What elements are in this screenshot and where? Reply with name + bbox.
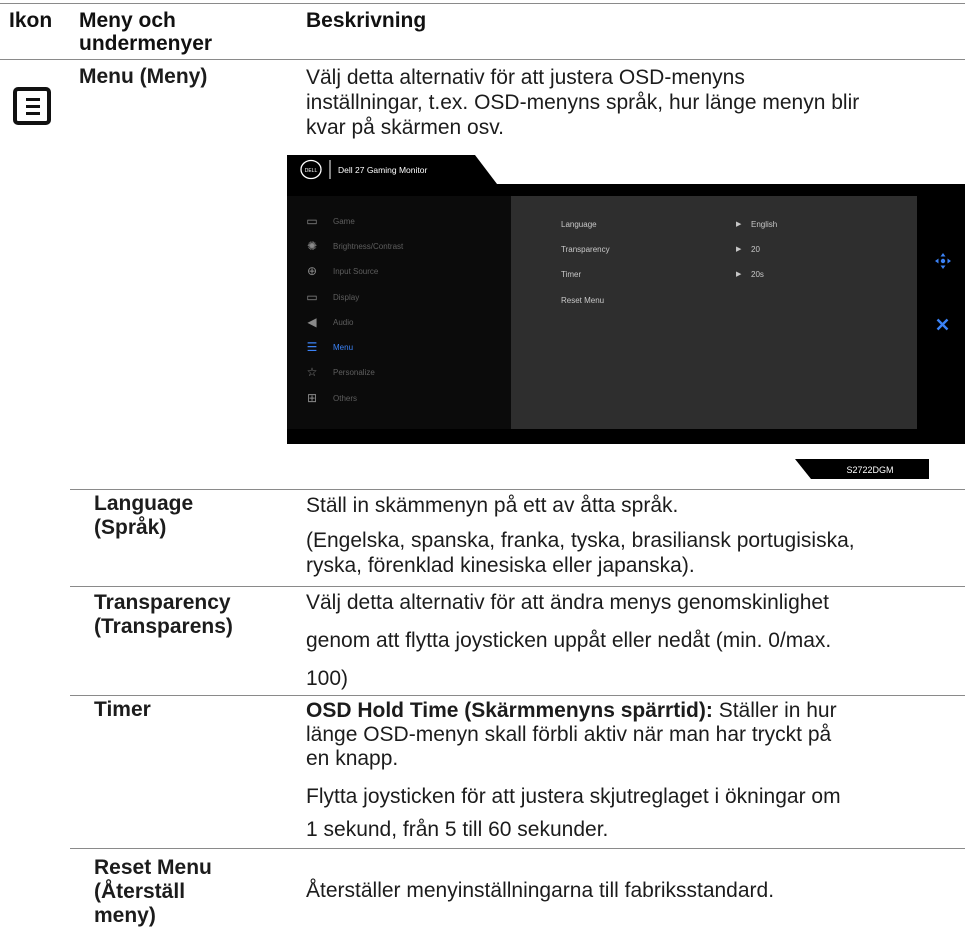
timer-desc-5: 1 sekund, från 5 till 60 sekunder. (306, 818, 609, 841)
rule-transparency (70, 586, 965, 587)
game-icon: ▭ (306, 214, 318, 228)
osd-row-reset[interactable]: Reset Menu (511, 290, 917, 310)
header-description: Beskrivning (306, 9, 427, 32)
menu-desc-line1: Välj detta alternativ för att justera OS… (306, 66, 745, 89)
header-icon: Ikon (9, 9, 53, 32)
osd-main-menu: ▭ Game ✺ Brightness/Contrast ⊕ Input Sou… (287, 196, 511, 429)
reset-name-1: Reset Menu (94, 856, 212, 879)
rule-language (70, 489, 965, 490)
osd-item-input[interactable]: ⊕ Input Source (287, 261, 511, 283)
transparency-name-1: Transparency (94, 591, 231, 614)
osd-item-menu[interactable]: ☰ Menu (287, 337, 511, 359)
osd-item-game[interactable]: ▭ Game (287, 211, 511, 233)
osd-screenshot: ▭ Game ✺ Brightness/Contrast ⊕ Input Sou… (287, 184, 965, 444)
input-icon: ⊕ (306, 264, 318, 278)
reset-name-3: meny) (94, 904, 156, 927)
timer-name: Timer (94, 698, 151, 721)
language-name-2: (Språk) (94, 516, 167, 539)
header-menu-line2: undermenyer (79, 32, 213, 55)
sun-icon: ✺ (306, 239, 318, 253)
top-rule (0, 3, 965, 4)
model-name: S2722DGM (846, 465, 893, 475)
timer-desc-4: Flytta joysticken för att justera skjutr… (306, 785, 841, 808)
joystick-icon[interactable] (935, 253, 951, 269)
language-desc-1: Ställ in skämmenyn på ett av åtta språk. (306, 494, 679, 517)
menu-title: Menu (Meny) (79, 65, 208, 88)
others-icon: ⊞ (306, 391, 318, 405)
osd-submenu: Language ▶ English Transparency ▶ 20 Timer ▶ 2… (511, 196, 917, 429)
osd-row-timer[interactable]: Timer ▶ 20s (511, 264, 917, 284)
osd-title-tab: DELL Dell 27 Gaming Monitor (287, 155, 497, 184)
menu-list-icon (13, 87, 51, 125)
star-icon: ☆ (306, 365, 318, 379)
timer-desc-rest: Ställer in hur (712, 699, 837, 722)
transparency-desc-2: genom att flytta joysticken uppåt eller … (306, 629, 832, 652)
rule-timer (70, 695, 965, 696)
language-desc-2: (Engelska, spanska, franka, tyska, brasi… (306, 529, 855, 552)
osd-item-others[interactable]: ⊞ Others (287, 388, 511, 410)
osd-product-name: Dell 27 Gaming Monitor (338, 165, 427, 175)
menu-icon: ☰ (306, 340, 318, 354)
timer-desc-bold: OSD Hold Time (Skärmmenyns spärrtid): (306, 699, 713, 722)
menu-desc-line2: inställningar, t.ex. OSD-menyns språk, h… (306, 91, 860, 114)
close-icon[interactable] (936, 318, 949, 331)
transparency-desc-3: 100) (306, 667, 349, 690)
timer-desc-1: OSD Hold Time (Skärmmenyns spärrtid): St… (306, 699, 837, 723)
osd-item-brightness[interactable]: ✺ Brightness/Contrast (287, 236, 511, 258)
osd-item-audio[interactable]: ◀ Audio (287, 312, 511, 334)
timer-desc-2: länge OSD-menyn skall förbli aktiv när m… (306, 723, 832, 746)
osd-item-display[interactable]: ▭ Display (287, 287, 511, 309)
reset-name-2: (Återställ (94, 880, 186, 903)
speaker-icon: ◀ (307, 315, 317, 329)
header-rule (0, 59, 965, 60)
language-desc-3: ryska, förenklad kinesiska eller japansk… (306, 554, 695, 577)
header-menu-line1: Meny och (79, 9, 176, 32)
monitor-icon: ▭ (306, 290, 318, 304)
dell-logo: DELL (305, 168, 318, 174)
osd-item-personalize[interactable]: ☆ Personalize (287, 362, 511, 384)
osd-row-language[interactable]: Language ▶ English (511, 214, 917, 234)
transparency-desc-1: Välj detta alternativ för att ändra meny… (306, 591, 829, 614)
transparency-name-2: (Transparens) (94, 615, 233, 638)
timer-desc-3: en knapp. (306, 747, 399, 770)
osd-nav-column (917, 196, 965, 429)
reset-desc: Återställer menyinställningarna till fab… (306, 879, 775, 902)
menu-desc-line3: kvar på skärmen osv. (306, 116, 505, 139)
language-name-1: Language (94, 492, 194, 515)
osd-row-transparency[interactable]: Transparency ▶ 20 (511, 239, 917, 259)
model-tag: S2722DGM (795, 459, 929, 479)
rule-reset (70, 848, 965, 849)
